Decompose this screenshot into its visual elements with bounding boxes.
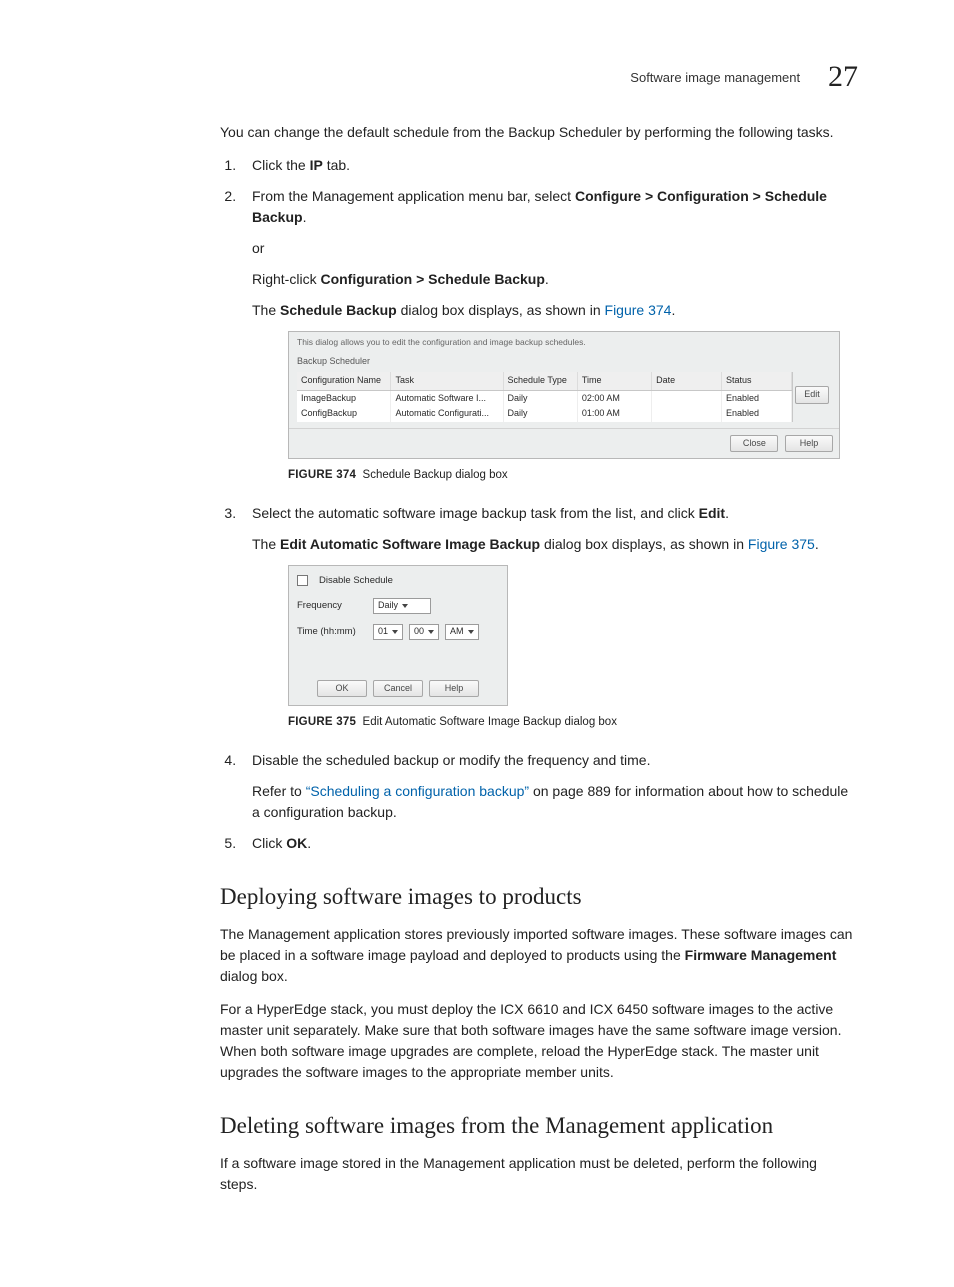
step-2-or: or	[252, 238, 858, 259]
help-button[interactable]: Help	[429, 680, 479, 698]
frequency-select[interactable]: Daily	[373, 598, 431, 614]
help-button[interactable]: Help	[785, 435, 833, 453]
edit-label: Edit	[699, 505, 725, 521]
ok-label: OK	[286, 835, 307, 851]
step-2-rightclick: Right-click Configuration > Schedule Bac…	[252, 269, 858, 290]
figure-375-link[interactable]: Figure 375	[748, 536, 815, 552]
ampm-select[interactable]: AM	[445, 624, 479, 640]
step-1: Click the IP tab.	[240, 155, 858, 176]
dialog-description: This dialog allows you to edit the confi…	[297, 336, 831, 349]
deploying-heading: Deploying software images to products	[220, 884, 858, 910]
chevron-down-icon	[468, 630, 474, 634]
table-header-row: Configuration Name Task Schedule Type Ti…	[297, 372, 792, 390]
deleting-heading: Deleting software images from the Manage…	[220, 1113, 858, 1139]
col-time[interactable]: Time	[577, 372, 651, 390]
ok-button[interactable]: OK	[317, 680, 367, 698]
deleting-paragraph: If a software image stored in the Manage…	[220, 1153, 858, 1195]
col-config-name[interactable]: Configuration Name	[297, 372, 391, 390]
running-header: Software image management 27	[220, 60, 858, 94]
col-schedule-type[interactable]: Schedule Type	[503, 372, 577, 390]
ip-tab-label: IP	[310, 157, 323, 173]
time-label: Time (hh:mm)	[297, 625, 367, 639]
step-4-reference: Refer to “Scheduling a configuration bac…	[252, 781, 858, 823]
figure-375-caption: FIGURE 375 Edit Automatic Software Image…	[288, 714, 858, 731]
figure-374-caption: FIGURE 374 Schedule Backup dialog box	[288, 467, 858, 484]
edit-backup-dialog: Disable Schedule Frequency Daily Time (h…	[288, 565, 508, 707]
scheduling-backup-link[interactable]: “Scheduling a configuration backup”	[306, 783, 529, 799]
procedure-list: Click the IP tab. From the Management ap…	[220, 155, 858, 854]
deploying-paragraph-1: The Management application stores previo…	[220, 924, 858, 987]
step-2-result: The Schedule Backup dialog box displays,…	[252, 300, 858, 321]
table-row[interactable]: ImageBackup Automatic Software I... Dail…	[297, 390, 792, 406]
minute-select[interactable]: 00	[409, 624, 439, 640]
cancel-button[interactable]: Cancel	[373, 680, 423, 698]
schedule-backup-dialog: This dialog allows you to edit the confi…	[288, 331, 840, 459]
step-5: Click OK.	[240, 833, 858, 854]
page: Software image management 27 You can cha…	[0, 0, 954, 1287]
disable-schedule-checkbox[interactable]	[297, 575, 308, 586]
col-status[interactable]: Status	[722, 372, 792, 390]
chapter-number: 27	[828, 60, 858, 94]
disable-schedule-label: Disable Schedule	[319, 574, 393, 588]
deploying-paragraph-2: For a HyperEdge stack, you must deploy t…	[220, 999, 858, 1083]
step-3: Select the automatic software image back…	[240, 503, 858, 732]
step-2: From the Management application menu bar…	[240, 186, 858, 485]
col-date[interactable]: Date	[652, 372, 722, 390]
disable-schedule-row: Disable Schedule	[297, 574, 499, 588]
figure-374-link[interactable]: Figure 374	[605, 302, 672, 318]
chevron-down-icon	[402, 604, 408, 608]
hour-select[interactable]: 01	[373, 624, 403, 640]
scheduler-table: Configuration Name Task Schedule Type Ti…	[297, 372, 792, 422]
chevron-down-icon	[428, 630, 434, 634]
intro-paragraph: You can change the default schedule from…	[220, 122, 858, 143]
col-task[interactable]: Task	[391, 372, 503, 390]
table-row[interactable]: ConfigBackup Automatic Configurati... Da…	[297, 406, 792, 422]
close-button[interactable]: Close	[730, 435, 778, 453]
header-topic: Software image management	[630, 70, 800, 85]
step-3-result: The Edit Automatic Software Image Backup…	[252, 534, 858, 555]
step-4: Disable the scheduled backup or modify t…	[240, 750, 858, 823]
edit-button[interactable]: Edit	[795, 386, 829, 404]
firmware-management-label: Firmware Management	[685, 947, 837, 963]
chevron-down-icon	[392, 630, 398, 634]
frequency-label: Frequency	[297, 599, 367, 613]
panel-title: Backup Scheduler	[297, 355, 831, 369]
